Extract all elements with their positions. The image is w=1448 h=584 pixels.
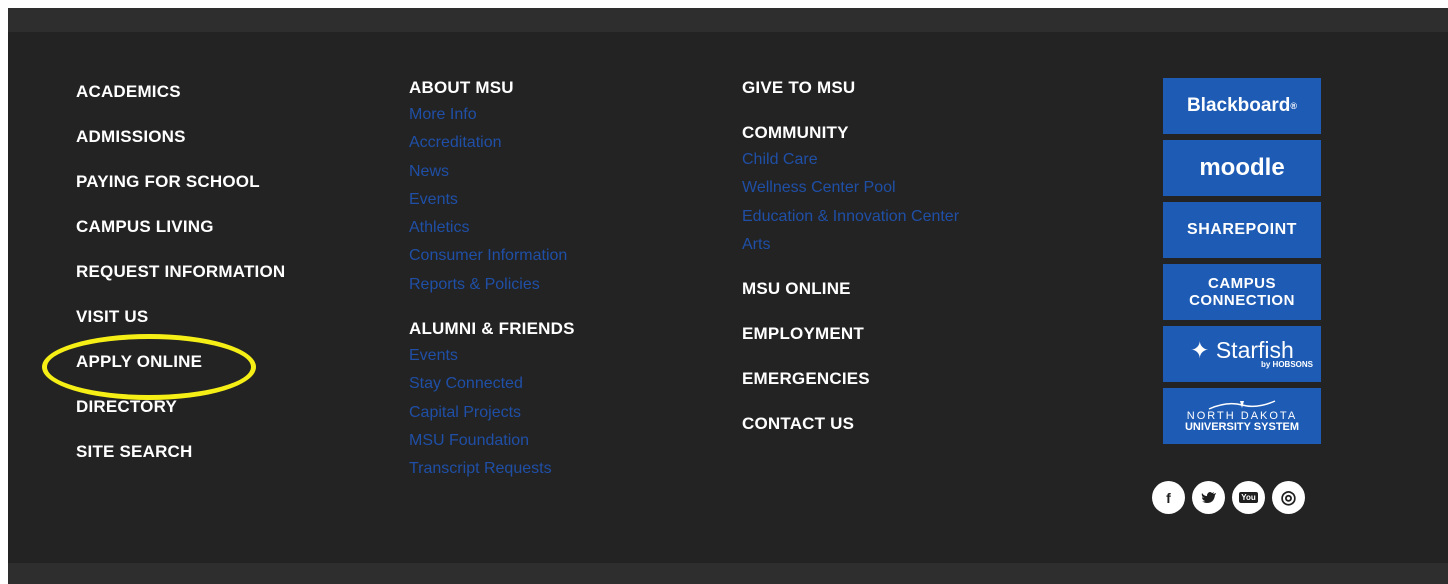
youtube-icon[interactable]: You	[1232, 481, 1265, 514]
link-msu-foundation[interactable]: MSU Foundation	[409, 431, 575, 459]
starfish-label: ✦ Starfish	[1190, 337, 1294, 363]
contact-us-link[interactable]: CONTACT US	[742, 412, 959, 457]
about-msu-heading[interactable]: ABOUT MSU	[409, 76, 575, 105]
starfish-link[interactable]: ✦ Starfish by HOBSONS	[1163, 326, 1321, 382]
nav-apply-online[interactable]: APPLY ONLINE	[76, 350, 285, 395]
nav-site-search[interactable]: SITE SEARCH	[76, 440, 285, 485]
link-news[interactable]: News	[409, 162, 575, 190]
site-footer: ACADEMICS ADMISSIONS PAYING FOR SCHOOL C…	[8, 32, 1448, 563]
community-heading[interactable]: COMMUNITY	[742, 121, 959, 150]
social-links: f You ◎	[1152, 481, 1305, 514]
link-more-info[interactable]: More Info	[409, 105, 575, 133]
quick-links: Blackboard ® moodle SHAREPOINT CAMPUS CON…	[1163, 78, 1321, 450]
youtube-label: You	[1239, 492, 1258, 503]
registered-mark: ®	[1290, 101, 1298, 111]
instagram-icon[interactable]: ◎	[1272, 481, 1305, 514]
link-transcript-requests[interactable]: Transcript Requests	[409, 459, 575, 487]
give-to-msu-link[interactable]: GIVE TO MSU	[742, 76, 959, 121]
nav-academics[interactable]: ACADEMICS	[76, 80, 285, 125]
ndus-link[interactable]: NORTH DAKOTA UNIVERSITY SYSTEM	[1163, 388, 1321, 444]
campus-connection-line1: CAMPUS	[1207, 275, 1276, 292]
blackboard-link[interactable]: Blackboard ®	[1163, 78, 1321, 134]
starfish-byline: by HOBSONS	[1260, 360, 1313, 369]
sharepoint-label: SHAREPOINT	[1187, 221, 1297, 238]
msu-online-link[interactable]: MSU ONLINE	[742, 277, 959, 322]
star-icon: ✦	[1190, 337, 1210, 363]
link-athletics[interactable]: Athletics	[409, 218, 575, 246]
facebook-icon[interactable]: f	[1152, 481, 1185, 514]
about-group: ABOUT MSU More Info Accreditation News E…	[409, 76, 575, 303]
blackboard-label: Blackboard	[1186, 95, 1291, 116]
emergencies-link[interactable]: EMERGENCIES	[742, 367, 959, 412]
link-stay-connected[interactable]: Stay Connected	[409, 374, 575, 402]
bottom-band	[8, 563, 1448, 584]
ndus-line2: UNIVERSITY SYSTEM	[1184, 421, 1300, 433]
moodle-link[interactable]: moodle	[1163, 140, 1321, 196]
moodle-label: moodle	[1199, 154, 1285, 181]
community-group: COMMUNITY Child Care Wellness Center Poo…	[742, 121, 959, 263]
alumni-friends-heading[interactable]: ALUMNI & FRIENDS	[409, 317, 575, 346]
twitter-bird-icon	[1201, 491, 1216, 503]
link-events[interactable]: Events	[409, 190, 575, 218]
campus-connection-line2: CONNECTION	[1189, 292, 1295, 309]
link-capital-projects[interactable]: Capital Projects	[409, 403, 575, 431]
nav-paying-for-school[interactable]: PAYING FOR SCHOOL	[76, 170, 285, 215]
about-column: ABOUT MSU More Info Accreditation News E…	[409, 76, 575, 502]
community-column: GIVE TO MSU COMMUNITY Child Care Wellnes…	[742, 76, 959, 457]
link-alumni-events[interactable]: Events	[409, 346, 575, 374]
top-band	[8, 8, 1448, 32]
link-accreditation[interactable]: Accreditation	[409, 133, 575, 161]
nav-campus-living[interactable]: CAMPUS LIVING	[76, 215, 285, 260]
link-child-care[interactable]: Child Care	[742, 150, 959, 178]
sharepoint-link[interactable]: SHAREPOINT	[1163, 202, 1321, 258]
link-consumer-information[interactable]: Consumer Information	[409, 246, 575, 274]
link-reports-policies[interactable]: Reports & Policies	[409, 275, 575, 303]
link-arts[interactable]: Arts	[742, 235, 959, 263]
link-education-innovation-center[interactable]: Education & Innovation Center	[742, 207, 959, 235]
twitter-icon[interactable]	[1192, 481, 1225, 514]
main-nav-column: ACADEMICS ADMISSIONS PAYING FOR SCHOOL C…	[76, 80, 285, 485]
alumni-group: ALUMNI & FRIENDS Events Stay Connected C…	[409, 317, 575, 487]
campus-connection-link[interactable]: CAMPUS CONNECTION	[1163, 264, 1321, 320]
nav-visit-us[interactable]: VISIT US	[76, 305, 285, 350]
nav-directory[interactable]: DIRECTORY	[76, 395, 285, 440]
nav-request-information[interactable]: REQUEST INFORMATION	[76, 260, 285, 305]
nav-admissions[interactable]: ADMISSIONS	[76, 125, 285, 170]
link-wellness-center-pool[interactable]: Wellness Center Pool	[742, 178, 959, 206]
employment-link[interactable]: EMPLOYMENT	[742, 322, 959, 367]
